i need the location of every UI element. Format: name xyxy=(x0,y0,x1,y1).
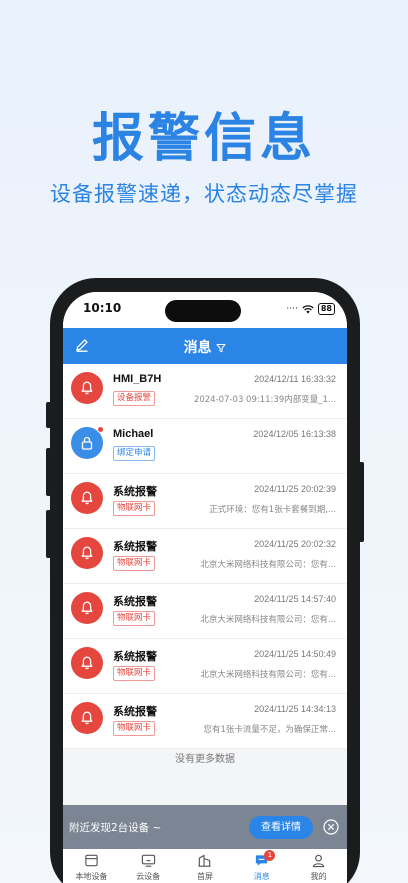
message-row[interactable]: 系统报警 2024/11/25 14:50:49 物联网卡 北京大米网络科技有限公司：… xyxy=(63,639,347,694)
app-header: 消息 xyxy=(63,328,347,364)
message-row[interactable]: 系统报警 2024/11/25 14:57:40 物联网卡 北京大米网络科技有限公司：… xyxy=(63,584,347,639)
message-sender: 系统报警 xyxy=(113,596,157,608)
phone-side-button xyxy=(46,448,51,496)
tab-label: 首屏 xyxy=(196,872,213,881)
phone-side-button xyxy=(46,510,51,558)
status-time: 10:10 xyxy=(83,301,122,315)
message-preview: 北京大米网络科技有限公司：您有... xyxy=(200,560,336,570)
status-bar: 10:10 ···· 88 xyxy=(63,292,347,328)
message-avatar xyxy=(71,482,103,514)
bell-icon xyxy=(79,380,95,396)
bell-icon xyxy=(79,710,95,726)
profile-icon xyxy=(312,854,325,868)
tab-local-device[interactable]: 本地设备 xyxy=(63,849,120,883)
tab-label: 本地设备 xyxy=(75,872,108,881)
message-preview: 正式环境：您有1张卡套餐到期,... xyxy=(209,505,336,515)
message-sender: 系统报警 xyxy=(113,651,157,663)
message-date: 2024/11/25 14:34:13 xyxy=(254,704,336,714)
hero-title: 报警信息 xyxy=(91,109,316,169)
close-icon[interactable] xyxy=(323,819,339,835)
tab-profile[interactable]: 我的 xyxy=(290,849,347,883)
message-sender: 系统报警 xyxy=(113,541,157,553)
message-list: HMI_B7H 2024/12/11 16:33:32 设备报警 2024-07-03… xyxy=(63,364,347,749)
message-avatar xyxy=(71,592,103,624)
message-row[interactable]: 系统报警 2024/11/25 14:34:13 物联网卡 您有1张卡流量不足，为确保… xyxy=(63,694,347,749)
message-sender: 系统报警 xyxy=(113,486,157,498)
message-sender: 系统报警 xyxy=(113,706,157,718)
message-avatar xyxy=(71,702,103,734)
bell-icon xyxy=(79,655,95,671)
message-tag: 物联网卡 xyxy=(113,501,156,516)
header-title-label: 消息 xyxy=(183,340,212,356)
header-title[interactable]: 消息 xyxy=(63,337,347,357)
battery-indicator: 88 xyxy=(317,303,335,315)
message-preview: 您有1张卡流量不足，为确保正常... xyxy=(203,725,336,735)
message-date: 2024/12/05 16:13:38 xyxy=(253,429,336,439)
message-row[interactable]: 系统报警 2024/11/25 20:02:32 物联网卡 北京大米网络科技有限公司：… xyxy=(63,529,347,584)
signal-icon: ···· xyxy=(286,304,298,314)
message-tag: 物联网卡 xyxy=(113,556,156,571)
tab-message[interactable]: 1 消息 xyxy=(233,849,290,883)
hero-subtitle: 设备报警速递，状态动态尽掌握 xyxy=(50,182,358,206)
message-avatar xyxy=(71,537,103,569)
message-preview: 2024-07-03 09:11:39内部变量_1... xyxy=(193,395,336,405)
phone-side-button xyxy=(46,402,51,428)
nearby-devices-banner: 附近发现2台设备 ~ 查看详情 xyxy=(63,805,347,849)
message-date: 2024/12/11 16:33:32 xyxy=(254,374,336,384)
message-avatar xyxy=(71,647,103,679)
message-row[interactable]: Michael 2024/12/05 16:13:38 绑定申请 xyxy=(63,419,347,474)
status-icons: ···· 88 xyxy=(286,303,335,315)
tab-cloud-device[interactable]: 云设备 xyxy=(120,849,177,883)
nearby-devices-text: 附近发现2台设备 ~ xyxy=(69,822,162,834)
message-row[interactable]: HMI_B7H 2024/12/11 16:33:32 设备报警 2024-07-03… xyxy=(63,364,347,419)
tab-label: 我的 xyxy=(310,872,327,881)
message-sender: HMI_B7H xyxy=(113,373,162,385)
message-tag: 设备报警 xyxy=(113,391,156,406)
tab-label: 云设备 xyxy=(136,872,161,881)
unread-dot xyxy=(97,426,104,433)
unread-badge: 1 xyxy=(264,850,276,861)
bell-icon xyxy=(79,545,95,561)
message-date: 2024/11/25 14:57:40 xyxy=(254,594,336,604)
bottom-tab-bar: 本地设备 云设备 首屏 1 消息 我的 xyxy=(63,849,347,883)
phone-side-button xyxy=(359,462,364,542)
message-row[interactable]: 系统报警 2024/11/25 20:02:39 物联网卡 正式环境：您有1张卡套餐到… xyxy=(63,474,347,529)
message-preview: 北京大米网络科技有限公司：您有... xyxy=(200,615,336,625)
tab-label: 消息 xyxy=(253,872,270,881)
home-screen-icon xyxy=(198,854,212,867)
lock-icon xyxy=(79,435,95,451)
dynamic-island xyxy=(165,300,241,322)
message-tag: 绑定申请 xyxy=(113,446,156,461)
message-date: 2024/11/25 14:50:49 xyxy=(254,649,336,659)
no-more-data: 没有更多数据 xyxy=(175,754,235,765)
message-tag: 物联网卡 xyxy=(113,666,156,681)
message-sender: Michael xyxy=(113,428,154,440)
message-tag: 物联网卡 xyxy=(113,721,156,736)
cloud-device-icon xyxy=(141,854,155,867)
message-preview: 北京大米网络科技有限公司：您有... xyxy=(200,670,336,680)
message-date: 2024/11/25 20:02:39 xyxy=(254,484,336,494)
message-tag: 物联网卡 xyxy=(113,611,156,626)
bell-icon xyxy=(79,600,95,616)
filter-icon[interactable] xyxy=(216,343,226,353)
local-device-icon xyxy=(85,854,98,867)
bell-icon xyxy=(79,490,95,506)
app-screen: 10:10 ···· 88 消息 HMI_B7H 2024/12/11 16:33… xyxy=(63,292,347,883)
wifi-icon xyxy=(302,304,314,313)
message-avatar xyxy=(71,372,103,404)
tab-home-screen[interactable]: 首屏 xyxy=(177,849,234,883)
view-details-button[interactable]: 查看详情 xyxy=(249,816,313,839)
message-date: 2024/11/25 20:02:32 xyxy=(254,539,336,549)
